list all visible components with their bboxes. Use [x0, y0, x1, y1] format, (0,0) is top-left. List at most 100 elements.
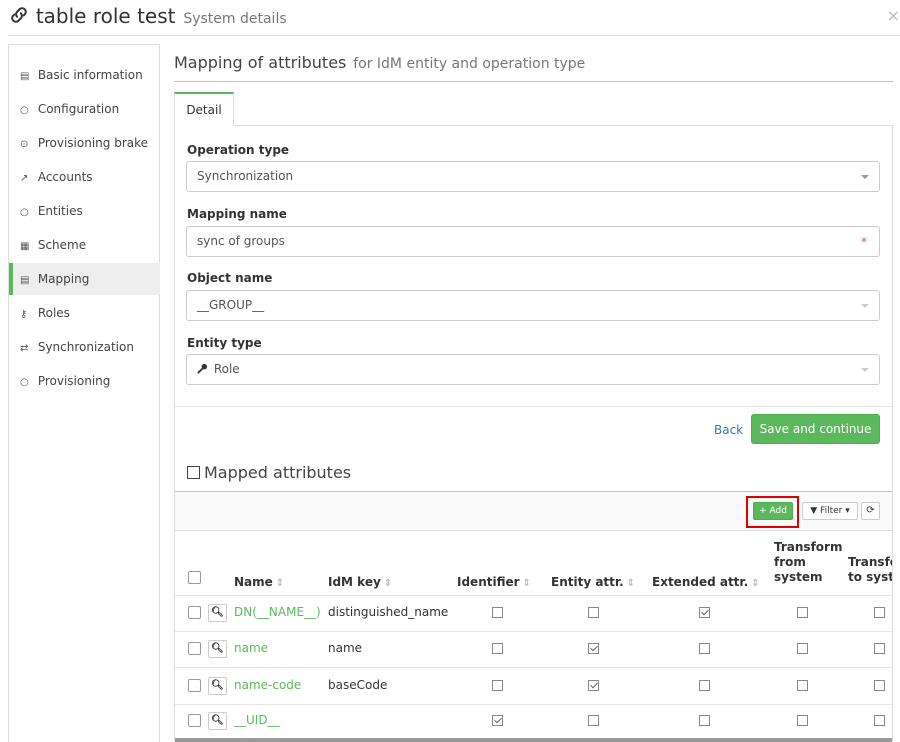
- extended-attr-checkbox: [699, 680, 710, 691]
- back-link[interactable]: Back: [714, 423, 743, 437]
- add-button[interactable]: + Add: [753, 502, 793, 520]
- row-idm-key: name: [328, 641, 363, 655]
- save-and-continue-button[interactable]: Save and continue: [751, 414, 880, 444]
- transform-from-checkbox: [797, 643, 808, 654]
- column-label: IdM key: [328, 575, 381, 589]
- chevron-down-icon: [861, 304, 869, 308]
- section-title-sub: for IdM entity and operation type: [353, 56, 586, 72]
- sidebar-item-scheme[interactable]: ▦ Scheme: [9, 229, 160, 261]
- sidebar-item-mapping[interactable]: ▤ Mapping: [9, 263, 160, 295]
- search-icon: 🔍︎: [211, 680, 224, 691]
- operation-type-label: Operation type: [187, 143, 290, 157]
- column-header-identifier[interactable]: Identifier ⇕: [457, 575, 531, 591]
- sidebar-item-synchronization[interactable]: ⇄ Synchronization: [9, 331, 160, 363]
- mapping-name-input[interactable]: sync of groups *: [186, 226, 880, 257]
- sidebar-item-label: Provisioning brake: [37, 136, 149, 150]
- row-checkbox[interactable]: [188, 642, 201, 655]
- row-checkbox[interactable]: [188, 606, 201, 619]
- refresh-icon: ⟳: [866, 505, 875, 516]
- column-header-entity-attr[interactable]: Entity attr. ⇕: [551, 575, 635, 591]
- row-name-link[interactable]: name-code: [234, 678, 301, 692]
- row-detail-button[interactable]: 🔍︎: [208, 712, 227, 730]
- row-name-link[interactable]: DN(__NAME__): [234, 605, 321, 619]
- operation-type-value: Synchronization: [197, 169, 294, 183]
- sidebar-item-provisioning-brake[interactable]: ⊙ Provisioning brake: [9, 127, 160, 159]
- row-checkbox[interactable]: [188, 714, 201, 727]
- column-label: Transform: [774, 540, 843, 554]
- sidebar-item-provisioning[interactable]: ○ Provisioning: [9, 365, 160, 397]
- object-name-select[interactable]: __GROUP__: [186, 290, 880, 321]
- column-header-name[interactable]: Name ⇕: [234, 575, 284, 591]
- mapping-name-label: Mapping name: [187, 207, 287, 221]
- link-icon: [11, 7, 27, 23]
- transform-from-checkbox: [797, 680, 808, 691]
- column-label: system: [774, 570, 823, 584]
- entity-type-select[interactable]: Role: [186, 354, 880, 385]
- mapped-attributes-label: Mapped attributes: [204, 463, 352, 482]
- column-header-transform-to-system-clip: Transform to system: [846, 540, 892, 588]
- key-icon: ⚷: [20, 309, 28, 320]
- row-idm-key: baseCode: [328, 678, 388, 692]
- sidebar-item-roles[interactable]: ⚷ Roles: [9, 297, 160, 329]
- sidebar-item-basic-information[interactable]: ▤ Basic information: [9, 59, 160, 91]
- exchange-icon: ⇄: [20, 343, 29, 354]
- sidebar-item-label: Basic information: [37, 68, 143, 82]
- object-name-label: Object name: [187, 271, 273, 285]
- close-icon[interactable]: ×: [887, 6, 900, 25]
- transform-to-checkbox: [874, 643, 885, 654]
- filter-icon: ▼: [810, 506, 818, 516]
- transform-from-checkbox: [797, 715, 808, 726]
- sidebar-item-label: Entities: [37, 204, 83, 218]
- filter-button[interactable]: ▼ Filter ▾: [802, 502, 858, 520]
- key-icon: [197, 363, 208, 374]
- grid-icon: ▦: [20, 241, 30, 252]
- sort-icon: ⇕: [383, 578, 393, 589]
- row-name-link[interactable]: name: [234, 641, 268, 655]
- sidebar-item-accounts[interactable]: ↗ Accounts: [9, 161, 160, 193]
- record-icon: ⊙: [20, 139, 29, 150]
- section-divider: [174, 81, 893, 82]
- column-label: Extended attr.: [652, 575, 749, 589]
- entity-attr-checkbox: [588, 607, 599, 618]
- tab-detail[interactable]: Detail: [174, 92, 234, 126]
- column-label: Name: [234, 575, 273, 589]
- sidebar-item-configuration[interactable]: ○ Configuration: [9, 93, 160, 125]
- entity-attr-checkbox: [588, 680, 599, 691]
- row-detail-button[interactable]: 🔍︎: [208, 640, 227, 658]
- identifier-checkbox: [492, 607, 503, 618]
- refresh-button[interactable]: ⟳: [861, 502, 880, 520]
- row-name-link[interactable]: __UID__: [234, 713, 280, 727]
- sidebar-item-entities[interactable]: ○ Entities: [9, 195, 160, 227]
- chevron-down-icon: [861, 175, 869, 179]
- row-divider: [175, 631, 892, 632]
- sidebar-item-label: Scheme: [37, 238, 87, 252]
- row-checkbox[interactable]: [188, 679, 201, 692]
- extended-attr-checkbox: [699, 607, 710, 618]
- row-detail-button[interactable]: 🔍︎: [208, 677, 227, 695]
- form-divider: [175, 406, 892, 407]
- identifier-checkbox: [492, 643, 503, 654]
- extended-attr-checkbox: [699, 715, 710, 726]
- entity-attr-checkbox: [588, 643, 599, 654]
- row-detail-button[interactable]: 🔍︎: [208, 604, 227, 622]
- transform-to-checkbox: [874, 607, 885, 618]
- mapping-name-value: sync of groups: [197, 234, 285, 248]
- circle-icon: ○: [20, 105, 29, 116]
- column-header-idm-key[interactable]: IdM key ⇕: [328, 575, 392, 591]
- sort-icon: ⇕: [275, 578, 285, 589]
- entity-type-value: Role: [213, 362, 240, 376]
- object-name-value: __GROUP__: [197, 298, 265, 312]
- row-divider: [175, 704, 892, 705]
- column-header-extended-attr[interactable]: Extended attr. ⇕: [652, 575, 760, 591]
- operation-type-select[interactable]: Synchronization: [186, 161, 880, 192]
- section-title: Mapping of attributes for IdM entity and…: [174, 53, 585, 72]
- transform-to-checkbox: [874, 680, 885, 691]
- horizontal-scrollbar[interactable]: [175, 738, 892, 742]
- caret-down-icon: ▾: [845, 506, 850, 516]
- select-all-checkbox[interactable]: [188, 571, 201, 584]
- column-label: Transform: [848, 555, 892, 569]
- sort-icon: ⇕: [626, 578, 636, 589]
- row-divider: [175, 667, 892, 668]
- page-header: table role test System details: [8, 4, 287, 34]
- sidebar-item-label: Roles: [37, 306, 70, 320]
